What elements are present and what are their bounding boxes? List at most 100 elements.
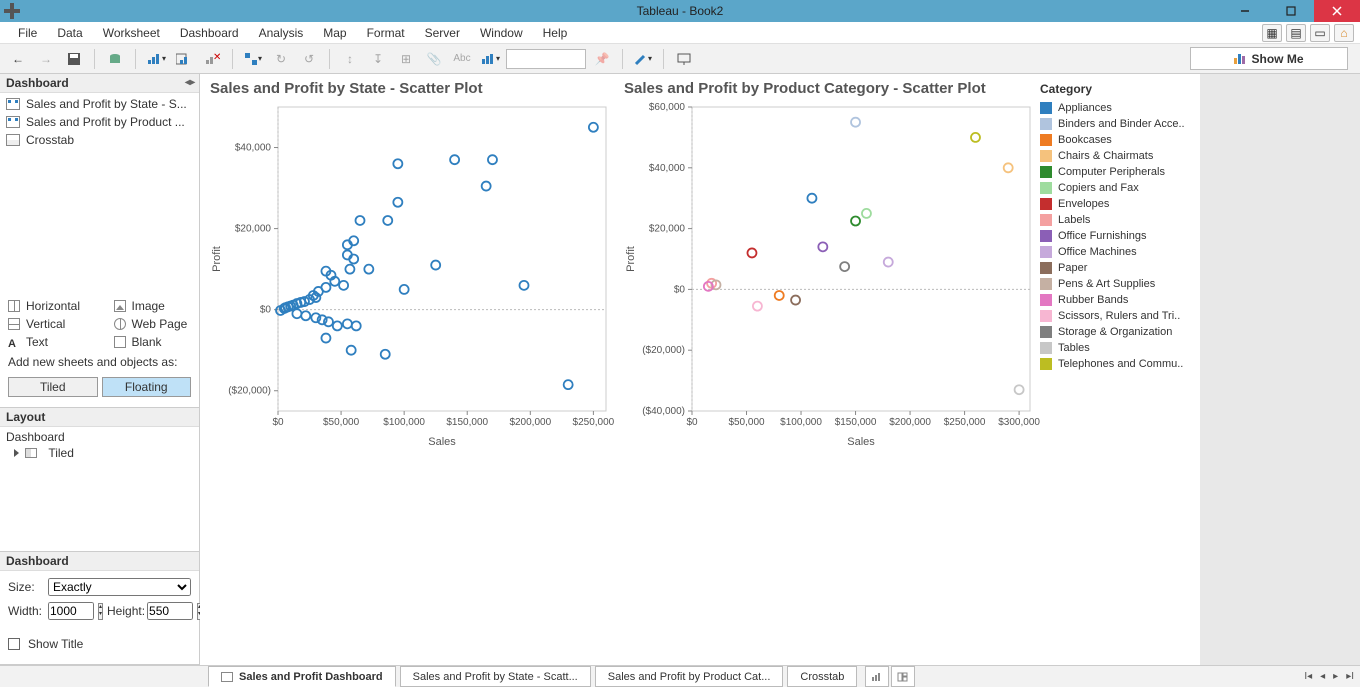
legend-item[interactable]: Bookcases — [1040, 132, 1190, 148]
chart2-plot[interactable]: $0$50,000$100,000$150,000$200,000$250,00… — [620, 101, 1040, 451]
group-button[interactable]: ⊞ — [394, 47, 418, 71]
svg-text:$0: $0 — [272, 417, 284, 428]
svg-text:Profit: Profit — [211, 246, 223, 272]
maximize-button[interactable] — [1268, 0, 1314, 22]
legend-item[interactable]: Office Machines — [1040, 244, 1190, 260]
new-worksheet-button[interactable]: ▾ — [144, 47, 168, 71]
tab-crosstab[interactable]: Crosstab — [787, 666, 857, 687]
svg-text:$100,000: $100,000 — [383, 417, 425, 428]
legend-item[interactable]: Paper — [1040, 260, 1190, 276]
chart1-plot[interactable]: $0$50,000$100,000$150,000$200,000$250,00… — [206, 101, 616, 451]
legend-item[interactable]: Binders and Binder Acce.. — [1040, 116, 1190, 132]
menu-window[interactable]: Window — [470, 22, 533, 44]
svg-text:$40,000: $40,000 — [235, 143, 272, 154]
view-list-icon[interactable]: ▭ — [1310, 24, 1330, 42]
settings-pane-title: Dashboard — [0, 552, 199, 571]
svg-text:($20,000): ($20,000) — [228, 386, 271, 397]
legend-item[interactable]: Telephones and Commu.. — [1040, 356, 1190, 372]
object-blank[interactable]: Blank — [114, 335, 192, 349]
view-cards-icon[interactable]: ▦ — [1262, 24, 1282, 42]
forward-button[interactable]: → — [34, 47, 58, 71]
size-select[interactable]: Exactly — [48, 578, 191, 596]
add-instruction: Add new sheets and objects as: — [8, 351, 191, 373]
clear-button[interactable]: ✕ — [200, 47, 224, 71]
width-stepper[interactable]: ▴▾ — [98, 603, 103, 620]
svg-text:$100,000: $100,000 — [780, 417, 822, 428]
sheet-item[interactable]: Sales and Profit by Product ... — [0, 113, 199, 131]
legend-item[interactable]: Appliances — [1040, 100, 1190, 116]
back-button[interactable]: ← — [6, 47, 30, 71]
new-dashboard-tab[interactable] — [891, 666, 915, 687]
floating-toggle[interactable]: Floating — [102, 377, 192, 397]
abc-button[interactable]: Abc — [450, 47, 474, 71]
menu-help[interactable]: Help — [533, 22, 578, 44]
layout-tiled-item[interactable]: Tiled — [6, 445, 193, 461]
new-worksheet-tab[interactable] — [865, 666, 889, 687]
sort-desc-button[interactable]: ↧ — [366, 47, 390, 71]
refresh-button[interactable]: ↻ — [269, 47, 293, 71]
tiled-toggle[interactable]: Tiled — [8, 377, 98, 397]
show-me-button[interactable]: Show Me — [1190, 47, 1348, 70]
legend-item[interactable]: Computer Peripherals — [1040, 164, 1190, 180]
pause-button[interactable]: ↺ — [297, 47, 321, 71]
highlight-button[interactable]: ▾ — [631, 47, 655, 71]
menu-data[interactable]: Data — [47, 22, 92, 44]
legend-item[interactable]: Pens & Art Supplies — [1040, 276, 1190, 292]
legend-item[interactable]: Tables — [1040, 340, 1190, 356]
object-text[interactable]: Text — [8, 335, 86, 349]
tab-category-scatter[interactable]: Sales and Profit by Product Cat... — [595, 666, 784, 687]
chart2-title: Sales and Profit by Product Category - S… — [620, 74, 1040, 101]
legend-item[interactable]: Chairs & Chairmats — [1040, 148, 1190, 164]
menu-server[interactable]: Server — [415, 22, 470, 44]
menu-format[interactable]: Format — [357, 22, 415, 44]
pin-button[interactable]: 📌 — [590, 47, 614, 71]
sheet-item[interactable]: Crosstab — [0, 131, 199, 149]
home-icon[interactable]: ⌂ — [1334, 24, 1354, 42]
object-webpage[interactable]: Web Page — [114, 317, 192, 331]
dashboard-pane-title: Dashboard◂▸ — [0, 74, 199, 93]
fit-selector[interactable] — [506, 49, 586, 69]
legend-item[interactable]: Scissors, Rulers and Tri.. — [1040, 308, 1190, 324]
marks-button[interactable]: ▾ — [478, 47, 502, 71]
category-legend[interactable]: Category AppliancesBinders and Binder Ac… — [1040, 82, 1190, 372]
legend-item[interactable]: Office Furnishings — [1040, 228, 1190, 244]
tab-dashboard[interactable]: Sales and Profit Dashboard — [208, 666, 396, 687]
minimize-button[interactable] — [1222, 0, 1268, 22]
datasource-button[interactable] — [103, 47, 127, 71]
legend-item[interactable]: Copiers and Fax — [1040, 180, 1190, 196]
duplicate-button[interactable] — [172, 47, 196, 71]
menu-worksheet[interactable]: Worksheet — [93, 22, 170, 44]
show-title-checkbox[interactable] — [8, 638, 20, 650]
dashboard-canvas[interactable]: Sales and Profit by State - Scatter Plot… — [200, 74, 1360, 665]
presentation-button[interactable] — [672, 47, 696, 71]
object-horizontal[interactable]: Horizontal — [8, 299, 86, 313]
width-label: Width: — [8, 604, 44, 618]
object-vertical[interactable]: Vertical — [8, 317, 86, 331]
width-input[interactable] — [48, 602, 94, 620]
height-input[interactable] — [147, 602, 193, 620]
sort-asc-button[interactable]: ↕ — [338, 47, 362, 71]
window-title: Tableau - Book2 — [637, 4, 724, 18]
view-grid-icon[interactable]: ▤ — [1286, 24, 1306, 42]
legend-item[interactable]: Storage & Organization — [1040, 324, 1190, 340]
svg-text:Sales: Sales — [847, 436, 875, 448]
menu-dashboard[interactable]: Dashboard — [170, 22, 249, 44]
tab-nav-arrows[interactable]: I◂◂▸▸I — [1304, 666, 1354, 687]
save-button[interactable] — [62, 47, 86, 71]
menu-map[interactable]: Map — [313, 22, 356, 44]
svg-text:$60,000: $60,000 — [649, 102, 686, 113]
object-image[interactable]: Image — [114, 299, 192, 313]
layout-root[interactable]: Dashboard — [6, 429, 193, 445]
legend-item[interactable]: Labels — [1040, 212, 1190, 228]
swap-button[interactable]: ▾ — [241, 47, 265, 71]
menu-file[interactable]: File — [8, 22, 47, 44]
legend-item[interactable]: Envelopes — [1040, 196, 1190, 212]
close-button[interactable] — [1314, 0, 1360, 22]
sheet-item[interactable]: Sales and Profit by State - S... — [0, 95, 199, 113]
attach-button[interactable]: 📎 — [422, 47, 446, 71]
menu-analysis[interactable]: Analysis — [249, 22, 314, 44]
legend-item[interactable]: Rubber Bands — [1040, 292, 1190, 308]
tab-state-scatter[interactable]: Sales and Profit by State - Scatt... — [400, 666, 591, 687]
svg-text:$20,000: $20,000 — [235, 224, 272, 235]
svg-text:$50,000: $50,000 — [323, 417, 360, 428]
